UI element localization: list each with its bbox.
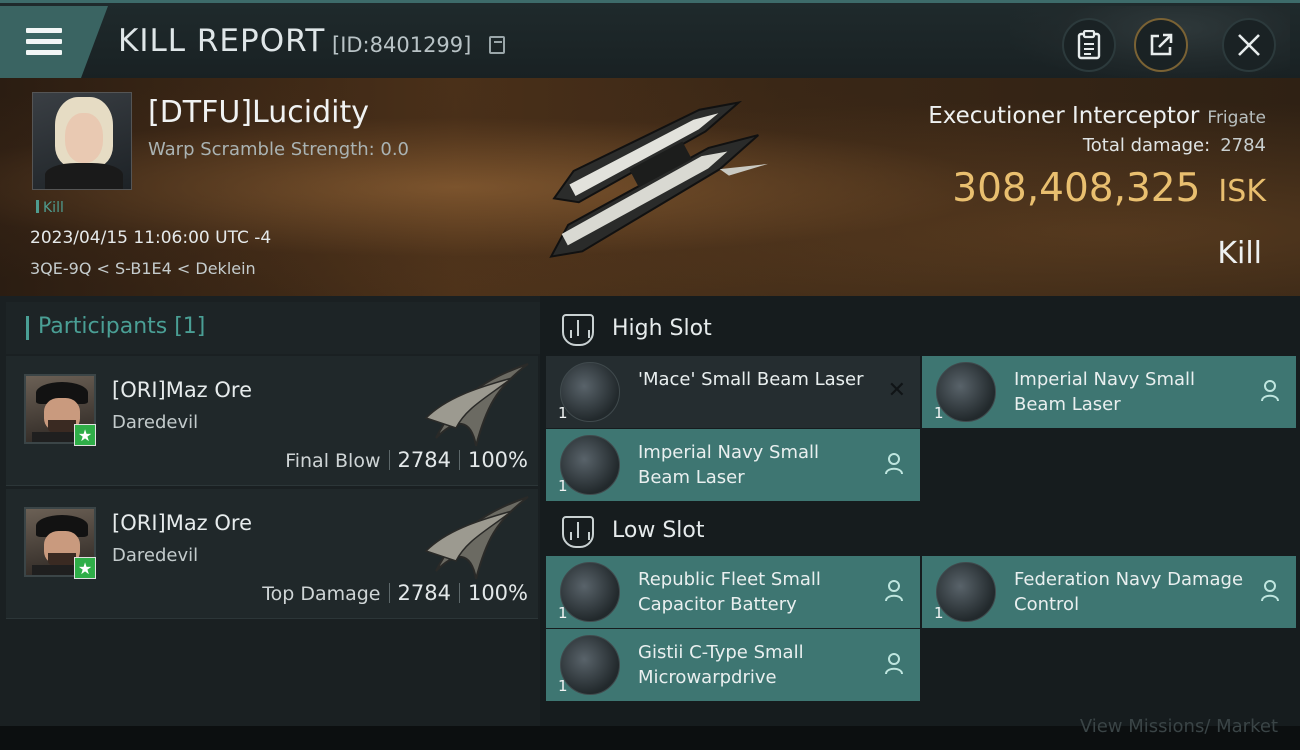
- participants-title: Participants [1]: [26, 314, 205, 340]
- person-icon: [1261, 580, 1279, 602]
- item-name: Gistii C-Type Small Microwarpdrive: [638, 642, 804, 688]
- header-bar: KILL REPORT [ID:8401299]: [0, 0, 1300, 81]
- item-name: Republic Fleet Small Capacitor Battery: [638, 569, 821, 615]
- item-name: 'Mace' Small Beam Laser: [638, 369, 864, 390]
- hamburger-menu-icon[interactable]: [26, 28, 62, 56]
- report-id: [ID:8401299]: [332, 33, 472, 57]
- item-quantity: 1: [558, 477, 568, 495]
- person-icon: [885, 653, 903, 675]
- close-button[interactable]: [1222, 18, 1276, 72]
- item-name: Imperial Navy Small Beam Laser: [638, 442, 820, 488]
- victim-ship-name[interactable]: Executioner Interceptor Frigate: [928, 103, 1266, 129]
- ship-class: Frigate: [1207, 108, 1266, 128]
- item-quantity: 1: [558, 404, 568, 422]
- menu-button[interactable]: [0, 6, 108, 78]
- fitting-item[interactable]: 1 Imperial Navy Small Beam Laser: [922, 356, 1296, 428]
- isk-value: 308,408,325 ISK: [952, 166, 1266, 211]
- kill-location: 3QE-9Q < S-B1E4 < Deklein: [30, 259, 256, 278]
- top-damage-label: Top Damage: [262, 583, 381, 605]
- total-damage-label: Total damage:: [1082, 135, 1211, 156]
- isk-amount: 308,408,325: [952, 166, 1201, 211]
- person-icon: [885, 453, 903, 475]
- beam-laser-icon: [560, 435, 620, 495]
- participant-ship-image[interactable]: [416, 358, 536, 450]
- clipboard-icon: [1077, 30, 1101, 60]
- footer-link[interactable]: View Missions/ Market: [1080, 716, 1278, 737]
- participant-name[interactable]: [ORI]Maz Ore: [112, 378, 252, 402]
- low-slot-icon: [562, 516, 594, 548]
- total-damage-value: 2784: [1220, 135, 1266, 156]
- fitting-item[interactable]: 1 Imperial Navy Small Beam Laser: [546, 429, 920, 501]
- item-quantity: 1: [934, 604, 944, 622]
- copy-id-icon[interactable]: [489, 36, 505, 54]
- final-blow-label: Final Blow: [285, 450, 381, 472]
- share-icon: [1150, 33, 1173, 56]
- high-slot-icon: [562, 314, 594, 346]
- person-icon: [885, 580, 903, 602]
- participant-stats: Final Blow 2784 100%: [285, 448, 528, 472]
- kill-tag: Kill: [36, 200, 64, 216]
- participant-ship-image[interactable]: [416, 491, 536, 583]
- participant-ship: Daredevil: [112, 545, 199, 566]
- star-badge-icon: ★: [74, 424, 96, 446]
- item-quantity: 1: [558, 677, 568, 695]
- destroyed-icon: ✕: [887, 378, 906, 403]
- person-icon: [1261, 380, 1279, 402]
- warp-scramble-strength: Warp Scramble Strength: 0.0: [148, 139, 410, 160]
- participant-damage: 2784: [397, 581, 451, 605]
- fitting-item[interactable]: 1 'Mace' Small Beam Laser ✕: [546, 356, 920, 428]
- kill-report-window: KILL REPORT [ID:8401299] [DTFU]Lucidity …: [0, 0, 1300, 750]
- fitting-item[interactable]: 1 Federation Navy Damage Control: [922, 556, 1296, 628]
- kill-datetime: 2023/04/15 11:06:00 UTC -4: [30, 228, 272, 248]
- victim-name[interactable]: [DTFU]Lucidity: [148, 95, 369, 130]
- item-name: Imperial Navy Small Beam Laser: [1014, 369, 1196, 415]
- total-damage: Total damage: 2784: [1083, 135, 1266, 156]
- fitting-item[interactable]: 1 Gistii C-Type Small Microwarpdrive: [546, 629, 920, 701]
- fitting-item[interactable]: 1 Republic Fleet Small Capacitor Battery: [546, 556, 920, 628]
- participant-percent: 100%: [467, 581, 528, 605]
- participant-percent: 100%: [467, 448, 528, 472]
- share-button[interactable]: [1134, 18, 1188, 72]
- item-quantity: 1: [558, 604, 568, 622]
- low-slot-title: Low Slot: [612, 518, 705, 543]
- item-quantity: 1: [934, 404, 944, 422]
- microwarpdrive-icon: [560, 635, 620, 695]
- low-slot-header: Low Slot: [546, 500, 1298, 560]
- high-slot-header: High Slot: [546, 298, 1298, 358]
- participant-ship: Daredevil: [112, 412, 199, 433]
- clipboard-button[interactable]: [1062, 18, 1116, 72]
- victim-ship-image[interactable]: [520, 92, 780, 282]
- page-title: KILL REPORT: [118, 23, 326, 59]
- participant-stats: Top Damage 2784 100%: [262, 581, 528, 605]
- participant-row[interactable]: ★ [ORI]Maz Ore Daredevil Top Damage 2784 1…: [6, 489, 538, 619]
- participant-name[interactable]: [ORI]Maz Ore: [112, 511, 252, 535]
- item-name: Federation Navy Damage Control: [1014, 569, 1244, 615]
- close-icon: [1238, 34, 1260, 56]
- capacitor-battery-icon: [560, 562, 620, 622]
- victim-portrait[interactable]: [32, 92, 132, 190]
- damage-control-icon: [936, 562, 996, 622]
- result-label: Kill: [1217, 236, 1262, 271]
- beam-laser-icon: [936, 362, 996, 422]
- high-slot-title: High Slot: [612, 316, 712, 341]
- participant-damage: 2784: [397, 448, 451, 472]
- ship-name-text: Executioner Interceptor: [928, 103, 1200, 129]
- star-badge-icon: ★: [74, 557, 96, 579]
- isk-unit: ISK: [1218, 174, 1266, 209]
- participant-row[interactable]: ★ [ORI]Maz Ore Daredevil Final Blow 2784 1…: [6, 356, 538, 486]
- beam-laser-icon: [560, 362, 620, 422]
